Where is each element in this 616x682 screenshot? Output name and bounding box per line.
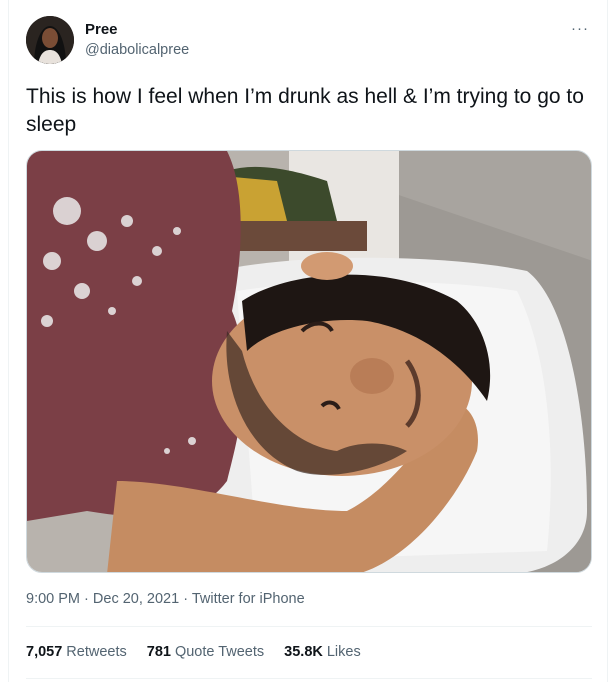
- likes-label: Likes: [326, 644, 361, 660]
- tweet-card: Pree @diabolicalpree ··· This is how I f…: [8, 0, 608, 682]
- quote-tweets-stat[interactable]: 781 Quote Tweets: [147, 644, 264, 660]
- retweets-label: Retweets: [66, 644, 127, 660]
- likes-count: 35.8K: [284, 644, 323, 660]
- tweet-photo[interactable]: [26, 150, 592, 573]
- likes-stat[interactable]: 35.8K Likes: [284, 644, 361, 660]
- tweet-time[interactable]: 9:00 PM: [26, 591, 80, 607]
- meta-separator: ·: [84, 591, 89, 607]
- quote-tweets-count: 781: [146, 644, 171, 660]
- avatar-photo-icon: [26, 16, 74, 64]
- tweet-stats: 7,057 Retweets 781 Quote Tweets 35.8K Likes: [26, 644, 361, 660]
- tweet-text: This is how I feel when I’m drunk as hel…: [26, 85, 584, 136]
- sleeping-man-photo-icon: [27, 151, 591, 572]
- author-name[interactable]: Pree: [85, 21, 118, 38]
- retweets-stat[interactable]: 7,057 Retweets: [26, 644, 127, 660]
- retweets-count: 7,057: [26, 644, 63, 660]
- tweet-meta: 9:00 PM · Dec 20, 2021 · Twitter for iPh…: [26, 591, 305, 607]
- divider: [26, 626, 592, 627]
- author-avatar[interactable]: [26, 16, 74, 64]
- author-handle[interactable]: @diabolicalpree: [85, 42, 189, 58]
- more-options-icon[interactable]: ···: [571, 20, 589, 37]
- quote-tweets-label: Quote Tweets: [174, 644, 265, 660]
- tweet-date[interactable]: Dec 20, 2021: [93, 591, 179, 607]
- divider: [26, 678, 592, 679]
- tweet-source[interactable]: Twitter for iPhone: [192, 591, 305, 607]
- meta-separator: ·: [183, 591, 189, 607]
